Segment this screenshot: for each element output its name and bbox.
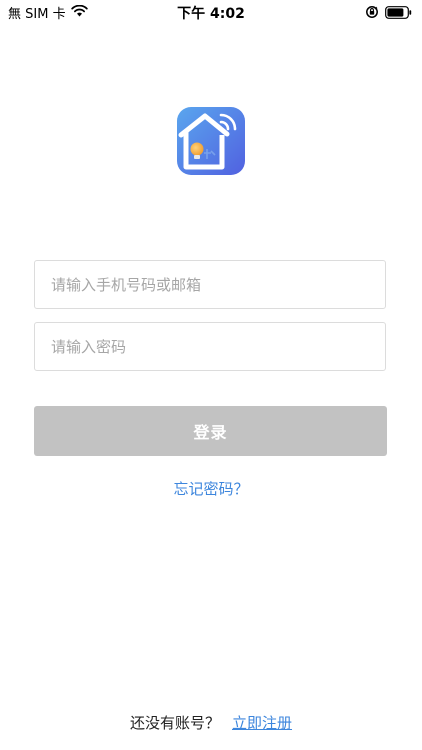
register-row: 还没有账号？ 立即注册 xyxy=(0,712,422,733)
password-input[interactable] xyxy=(35,323,385,370)
password-field[interactable] xyxy=(34,322,386,371)
smart-home-logo-icon xyxy=(177,107,245,175)
forgot-password-link[interactable]: 忘记密码？ xyxy=(0,478,422,499)
status-bar: 無 SIM 卡 下午 4:02 xyxy=(0,0,422,24)
status-time: 下午 4:02 xyxy=(177,6,245,22)
battery-icon xyxy=(385,4,412,23)
status-right xyxy=(365,4,412,23)
register-prompt: 还没有账号？ xyxy=(129,714,220,732)
orientation-lock-icon xyxy=(365,4,379,23)
login-button[interactable]: 登录 xyxy=(34,406,387,456)
register-link[interactable]: 立即注册 xyxy=(232,712,292,733)
account-input[interactable] xyxy=(35,261,385,308)
account-field[interactable] xyxy=(34,260,386,309)
